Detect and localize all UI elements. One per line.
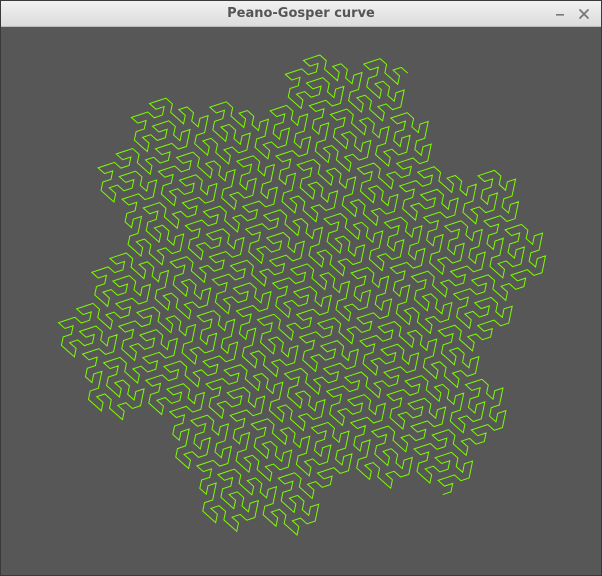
close-button[interactable] (575, 5, 593, 23)
app-window: Peano-Gosper curve (0, 0, 602, 576)
minimize-icon (556, 14, 564, 16)
titlebar: Peano-Gosper curve (1, 1, 601, 27)
peano-gosper-curve-path (57, 54, 547, 536)
curve-drawing (57, 54, 547, 536)
minimize-button[interactable] (551, 5, 569, 23)
drawing-canvas (1, 27, 601, 575)
close-icon (579, 9, 589, 19)
window-controls (551, 1, 593, 27)
window-title: Peano-Gosper curve (227, 6, 375, 21)
